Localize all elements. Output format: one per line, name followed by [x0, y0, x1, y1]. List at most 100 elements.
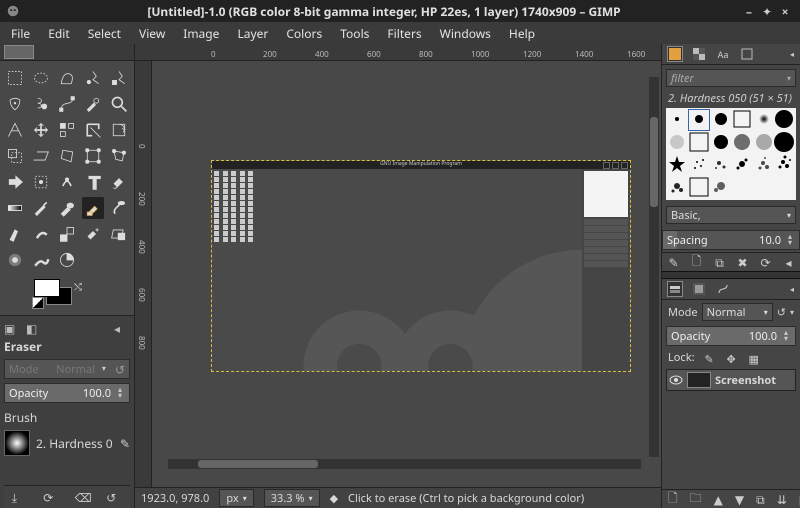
menu-file[interactable]: File: [2, 22, 39, 44]
heal-icon[interactable]: [82, 223, 104, 245]
window-maximize-button[interactable]: ✦: [758, 3, 776, 20]
scrollbar-vertical[interactable]: [649, 77, 659, 457]
brush-selector[interactable]: Brush: [4, 409, 130, 426]
clone-icon[interactable]: [56, 223, 78, 245]
menu-select[interactable]: Select: [79, 22, 130, 44]
layers-tab-icon[interactable]: [668, 282, 682, 296]
fg-bg-color[interactable]: ⤭: [6, 279, 134, 315]
brush-filter-input[interactable]: filter▾: [666, 69, 796, 87]
history-tab-icon[interactable]: [740, 47, 754, 61]
foreground-select-icon[interactable]: [30, 93, 52, 115]
brush-preset-selector[interactable]: Basic,▾: [666, 206, 796, 224]
scissors-select-icon[interactable]: [4, 93, 26, 115]
paths-tab-icon[interactable]: [716, 282, 730, 296]
shear-icon[interactable]: [30, 145, 52, 167]
new-brush-icon[interactable]: 🗋: [691, 255, 702, 269]
swap-colors-icon[interactable]: ⤭: [74, 279, 82, 293]
merge-down-icon[interactable]: ⇊: [777, 492, 787, 506]
free-select-icon[interactable]: [56, 67, 78, 89]
menu-image[interactable]: Image: [174, 22, 228, 44]
handle-transform-icon[interactable]: [108, 145, 130, 167]
smudge-icon[interactable]: [30, 249, 52, 271]
mode-menu-icon[interactable]: ▾: [790, 307, 794, 318]
layer-thumbnail[interactable]: [687, 372, 711, 388]
ink-icon[interactable]: [4, 223, 26, 245]
menu-edit[interactable]: Edit: [39, 22, 78, 44]
menu-windows[interactable]: Windows: [431, 22, 500, 44]
menu-layer[interactable]: Layer: [228, 22, 277, 44]
delete-preset-icon[interactable]: ⌫: [75, 489, 91, 505]
brush-grid[interactable]: [666, 108, 796, 200]
zoom-icon[interactable]: [108, 93, 130, 115]
fg-color-swatch[interactable]: [34, 279, 60, 297]
rotate-icon[interactable]: [108, 119, 130, 141]
device-status-tab-icon[interactable]: ◧: [26, 320, 42, 336]
fuzzy-select-icon[interactable]: [82, 67, 104, 89]
layer-mode-selector[interactable]: Normal▾: [702, 303, 773, 321]
zoom-selector[interactable]: 33.3 %▾: [264, 489, 320, 507]
scrollbar-horizontal[interactable]: [168, 459, 641, 469]
layer-opacity-slider[interactable]: Opacity 100.0 ▴▾: [666, 326, 796, 346]
new-group-icon[interactable]: 🗀: [690, 492, 702, 506]
warp-icon[interactable]: [56, 171, 78, 193]
canvas-area[interactable]: GNU Image Manipulation Program: [152, 61, 661, 487]
lower-layer-icon[interactable]: ▼: [735, 492, 744, 506]
paths-icon[interactable]: [56, 93, 78, 115]
pencil-icon[interactable]: [30, 197, 52, 219]
open-as-image-icon[interactable]: ◂: [783, 255, 794, 269]
channels-tab-icon[interactable]: [692, 282, 706, 296]
save-preset-icon[interactable]: ⤓: [12, 489, 28, 505]
lock-position-icon[interactable]: ✥: [727, 352, 739, 364]
paintbrush-icon[interactable]: [56, 197, 78, 219]
crop-icon[interactable]: [82, 119, 104, 141]
bucket-fill-icon[interactable]: [108, 171, 130, 193]
window-minimize-button[interactable]: –: [740, 3, 758, 20]
airbrush-icon[interactable]: [108, 197, 130, 219]
menu-help[interactable]: Help: [500, 22, 544, 44]
cage-icon[interactable]: [30, 171, 52, 193]
refresh-brushes-icon[interactable]: ⟳: [760, 255, 771, 269]
menu-colors[interactable]: Colors: [277, 22, 331, 44]
opacity-slider[interactable]: Opacity 100.0 ▴▾: [4, 383, 130, 403]
brush-edit-icon[interactable]: ✎: [120, 435, 130, 452]
perspective-clone-icon[interactable]: [108, 223, 130, 245]
ruler-horizontal[interactable]: 02004006008001000120014001600: [135, 44, 661, 61]
gradient-icon[interactable]: [4, 197, 26, 219]
mode-reset-icon[interactable]: ↺: [777, 305, 786, 320]
text-icon[interactable]: [82, 171, 104, 193]
dock-splitter[interactable]: [662, 271, 800, 279]
duplicate-brush-icon[interactable]: ⧉: [714, 255, 725, 269]
dodge-burn-icon[interactable]: [56, 249, 78, 271]
reset-colors-icon[interactable]: [32, 297, 44, 309]
move-icon[interactable]: [30, 119, 52, 141]
ellipse-select-icon[interactable]: [30, 67, 52, 89]
edit-brush-icon[interactable]: ✎: [668, 255, 679, 269]
layer-name[interactable]: Screenshot: [715, 373, 776, 388]
visibility-toggle-icon[interactable]: [669, 373, 683, 387]
patterns-tab-icon[interactable]: [692, 47, 706, 61]
layer-row[interactable]: Screenshot: [666, 369, 796, 391]
tab-menu-icon[interactable]: ◂: [114, 320, 130, 336]
restore-preset-icon[interactable]: ⟳: [43, 489, 59, 505]
brushes-tab-icon[interactable]: [668, 47, 682, 61]
rectangle-select-icon[interactable]: [4, 67, 26, 89]
menu-filters[interactable]: Filters: [378, 22, 430, 44]
align-icon[interactable]: [56, 119, 78, 141]
lock-pixels-icon[interactable]: ✎: [705, 352, 717, 364]
lock-alpha-icon[interactable]: ▦: [749, 352, 761, 364]
raise-layer-icon[interactable]: ▲: [714, 492, 723, 506]
delete-brush-icon[interactable]: ✖: [737, 255, 748, 269]
brush-preview-icon[interactable]: [4, 430, 30, 456]
eraser-icon[interactable]: [82, 197, 104, 219]
unified-transform-icon[interactable]: [82, 145, 104, 167]
duplicate-layer-icon[interactable]: ⧉: [756, 492, 765, 506]
menu-view[interactable]: View: [130, 22, 174, 44]
measure-icon[interactable]: [4, 119, 26, 141]
ruler-vertical[interactable]: 0200400600800: [135, 61, 152, 487]
mypaint-brush-icon[interactable]: [30, 223, 52, 245]
color-picker-icon[interactable]: [82, 93, 104, 115]
flip-icon[interactable]: [4, 171, 26, 193]
menu-tools[interactable]: Tools: [331, 22, 378, 44]
fonts-tab-icon[interactable]: Aa: [716, 47, 730, 61]
perspective-icon[interactable]: [56, 145, 78, 167]
